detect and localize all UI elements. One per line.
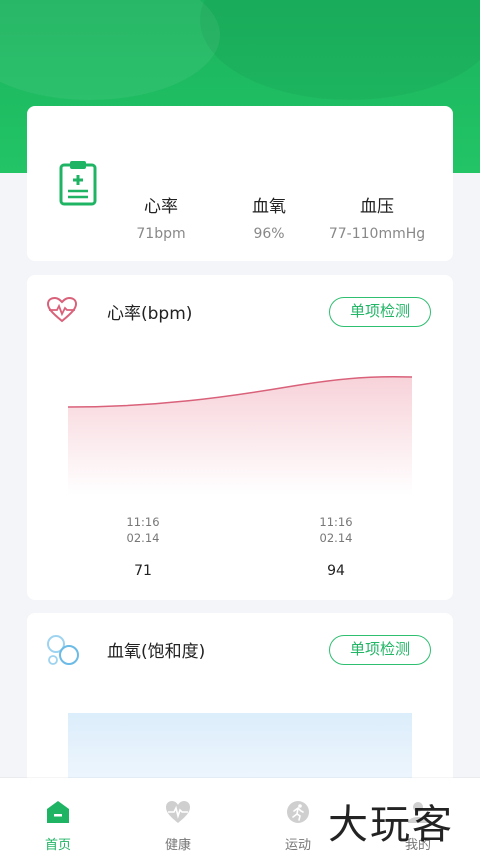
bubbles-icon xyxy=(47,635,79,665)
home-icon xyxy=(47,801,69,823)
metric-label: 血氧 xyxy=(252,197,286,217)
heart-rate-detect-button[interactable]: 单项检测 xyxy=(329,297,431,327)
heart-rate-chart xyxy=(67,375,413,495)
summary-card[interactable]: 心率 71bpm 血氧 96% 血压 77-110mmHg xyxy=(27,106,453,261)
metric-label: 血压 xyxy=(360,197,394,217)
tick-time: 11:16 xyxy=(319,515,353,529)
metric-blood-oxygen: 血氧 96% xyxy=(233,192,305,242)
tab-label: 首页 xyxy=(44,838,71,853)
running-icon xyxy=(287,801,309,823)
heart-pulse-icon xyxy=(166,801,190,823)
hero-decoration xyxy=(200,0,480,100)
metric-blood-pressure: 血压 77-110mmHg xyxy=(317,192,437,242)
tick-date: 02.14 xyxy=(126,531,160,545)
metric-label: 心率 xyxy=(144,197,178,217)
blood-oxygen-title: 血氧(饱和度) xyxy=(107,642,206,662)
heart-rate-card: 心率(bpm) 单项检测 11:16 02.14 11:16 02.14 71 … xyxy=(27,275,453,600)
tab-health[interactable]: 健康 xyxy=(138,800,218,853)
tab-home[interactable]: 首页 xyxy=(18,800,98,853)
metric-value: 96% xyxy=(253,226,285,242)
heart-pulse-icon xyxy=(47,297,77,323)
metric-value: 77-110mmHg xyxy=(328,226,426,242)
hero-decoration xyxy=(0,0,220,100)
x-tick-label: 11:16 02.14 xyxy=(306,514,366,546)
watermark-logo: 大玩客 xyxy=(328,802,454,848)
metric-value: 71bpm xyxy=(136,226,186,242)
blood-oxygen-chart-area xyxy=(68,713,412,783)
tab-label: 健康 xyxy=(164,838,191,853)
metric-heart-rate: 心率 71bpm xyxy=(125,192,197,242)
tab-label: 运动 xyxy=(284,838,311,853)
blood-oxygen-detect-button[interactable]: 单项检测 xyxy=(329,635,431,665)
tick-date: 02.14 xyxy=(319,531,353,545)
data-value-label: 94 xyxy=(327,563,345,579)
tab-sport[interactable]: 运动 xyxy=(258,800,338,853)
heart-rate-title: 心率(bpm) xyxy=(107,304,193,324)
clipboard-icon xyxy=(59,161,97,206)
data-value-label: 71 xyxy=(134,563,152,579)
tick-time: 11:16 xyxy=(126,515,160,529)
x-tick-label: 11:16 02.14 xyxy=(113,514,173,546)
